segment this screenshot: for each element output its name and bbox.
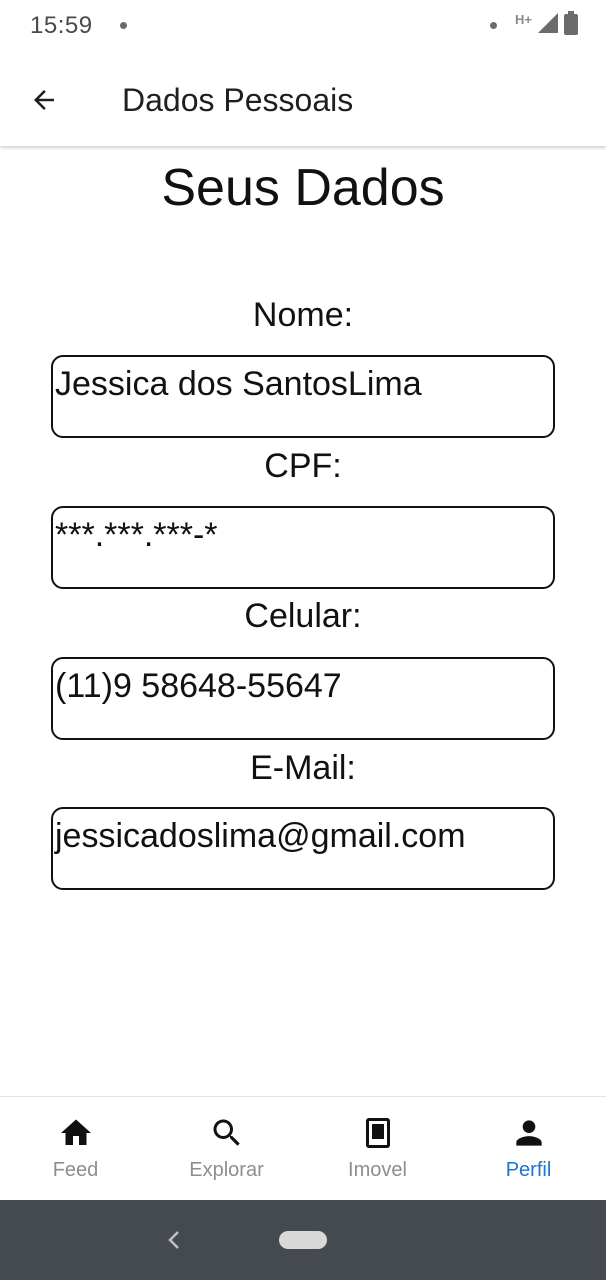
- name-value: Jessica dos SantosLima: [55, 365, 422, 403]
- nav-item-feed[interactable]: Feed: [0, 1097, 151, 1201]
- system-navigation-bar: [0, 1200, 606, 1280]
- home-icon: [56, 1113, 96, 1153]
- nav-item-explorar[interactable]: Explorar: [151, 1097, 302, 1201]
- nav-label-perfil: Perfil: [505, 1159, 552, 1181]
- nav-label-feed: Feed: [52, 1159, 99, 1181]
- cpf-label: CPF:: [264, 447, 342, 485]
- status-dot-icon: [490, 21, 498, 29]
- search-icon: [207, 1113, 247, 1153]
- battery-icon: [564, 10, 578, 40]
- nav-label-imovel: Imovel: [348, 1159, 407, 1181]
- system-back-icon[interactable]: [162, 1226, 186, 1254]
- status-time: 15:59: [30, 12, 93, 39]
- home-pill-icon[interactable]: [279, 1231, 327, 1249]
- bottom-navigation: Feed Explorar Imovel Perfil: [0, 1096, 606, 1200]
- nav-label-explorar: Explorar: [189, 1159, 264, 1181]
- cpf-value: ***.***.***-*: [55, 516, 218, 554]
- name-field[interactable]: Jessica dos SantosLima: [51, 355, 555, 438]
- name-label: Nome:: [252, 296, 354, 334]
- status-bar: 15:59 H+: [0, 0, 606, 52]
- arrow-back-icon: [29, 85, 59, 120]
- back-button[interactable]: [20, 78, 68, 126]
- person-icon: [509, 1113, 549, 1153]
- email-value: jessicadoslima@gmail.com: [55, 817, 466, 855]
- email-label: E-Mail:: [250, 749, 356, 787]
- phone-value: (11)9 58648-55647: [55, 667, 342, 705]
- section-heading: Seus Dados: [161, 159, 445, 217]
- phone-label: Celular:: [244, 597, 362, 635]
- tablet-icon: [358, 1113, 398, 1153]
- email-field[interactable]: jessicadoslima@gmail.com: [51, 807, 555, 890]
- phone-field[interactable]: (11)9 58648-55647: [51, 657, 555, 740]
- notification-dot-icon: [120, 22, 127, 29]
- signal-icon: [538, 12, 558, 38]
- status-icons: H+: [490, 10, 578, 40]
- app-bar: Dados Pessoais: [0, 52, 606, 146]
- cpf-field[interactable]: ***.***.***-*: [51, 506, 555, 589]
- nav-item-perfil[interactable]: Perfil: [453, 1097, 604, 1201]
- page-title: Dados Pessoais: [122, 82, 354, 118]
- nav-item-imovel[interactable]: Imovel: [302, 1097, 453, 1201]
- network-type-label: H+: [515, 11, 532, 27]
